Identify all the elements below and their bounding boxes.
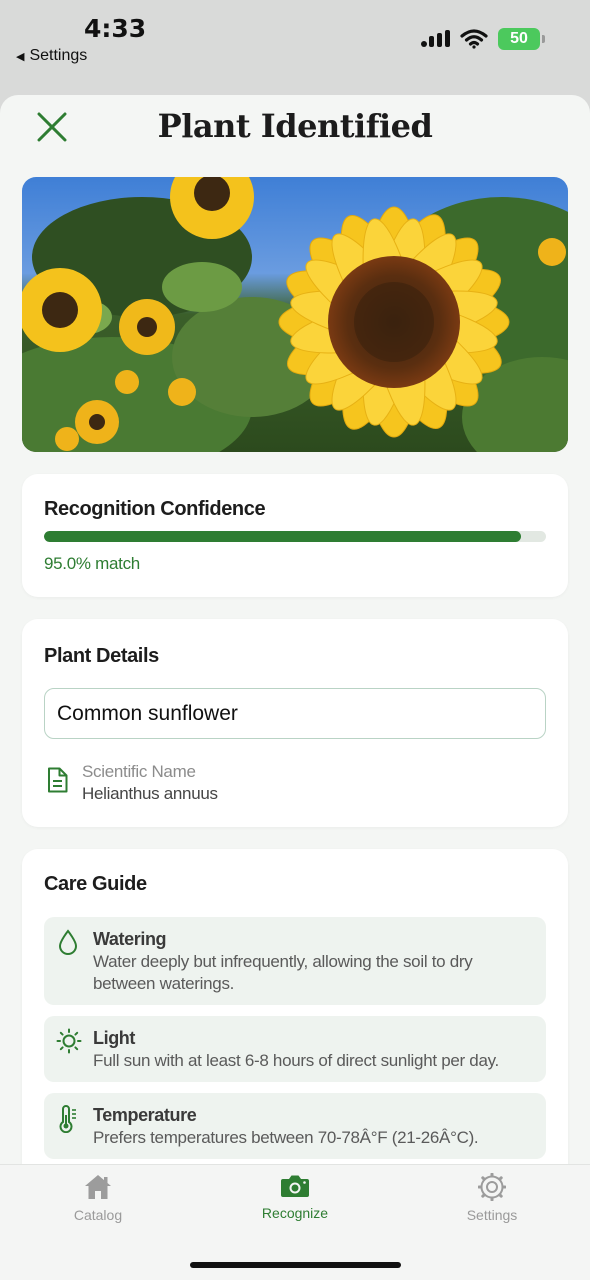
tab-settings[interactable]: Settings [422,1173,562,1233]
plant-details-title: Plant Details [44,645,159,667]
care-item-desc: Water deeply but infrequently, allowing … [93,952,473,993]
back-link-label: Settings [29,47,88,64]
scientific-name-label: Scientific Name [82,762,196,781]
confidence-progress-track [44,531,546,542]
care-item-desc: Full sun with at least 6-8 hours of dire… [93,1051,499,1070]
sun-icon [56,1028,82,1054]
status-bar: 4:33 ◀ Settings 50 [0,0,590,95]
scientific-name-value: Helianthus annuus [82,784,218,803]
battery-indicator: 50 [498,28,545,50]
page-title: Plant Identified [157,107,433,145]
confidence-card: Recognition Confidence 95.0% match [22,474,568,597]
care-guide-card: Care Guide Watering Water deeply but inf… [22,849,568,1189]
back-arrow-icon: ◀ [16,50,25,63]
camera-icon [281,1175,309,1197]
gear-icon [478,1173,506,1201]
care-item-light: Light Full sun with at least 6-8 hours o… [44,1016,546,1082]
sunflower-image [22,177,568,452]
status-time: 4:33 [84,14,147,43]
tab-label: Settings [466,1207,518,1223]
small-sunflower [119,299,175,355]
tab-label: Catalog [73,1207,123,1223]
battery-level: 50 [510,30,528,47]
care-item-title: Watering [93,929,167,949]
status-indicators: 50 [420,28,545,50]
care-item-title: Temperature [93,1105,197,1125]
care-item-desc: Prefers temperatures between 70-78Â°F (2… [93,1128,479,1147]
small-sunflower [75,400,119,444]
home-indicator [190,1262,401,1268]
cellular-signal-icon [421,30,450,47]
home-icon [85,1175,111,1199]
plant-details-card: Plant Details Scientific Name Helianthus… [22,619,568,827]
common-name-input[interactable] [44,688,546,739]
tab-label: Recognize [261,1205,329,1221]
plant-photo [22,177,568,452]
plant-result-sheet: Plant Identified Recognition Confidence … [0,95,590,1280]
care-item-title: Light [93,1028,135,1048]
water-drop-icon [58,929,78,955]
tab-catalog[interactable]: Catalog [28,1173,168,1233]
care-item-watering: Watering Water deeply but infrequently, … [44,917,546,1005]
care-guide-title: Care Guide [44,873,147,895]
confidence-title: Recognition Confidence [44,498,266,520]
care-item-temperature: Temperature Prefers temperatures between… [44,1093,546,1159]
back-to-settings-link[interactable]: ◀ Settings [16,47,87,65]
confidence-match-text: 95.0% match [44,554,140,573]
thermometer-icon [59,1105,76,1133]
confidence-progress-fill [44,531,521,542]
wifi-icon [460,29,488,49]
tab-recognize[interactable]: Recognize [225,1173,365,1233]
document-icon [48,767,68,793]
